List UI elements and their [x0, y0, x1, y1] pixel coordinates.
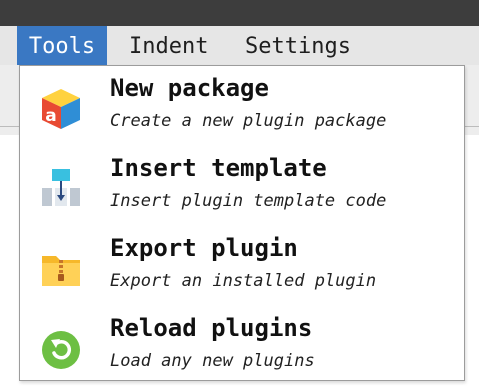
menu-item-description: Insert plugin template code	[110, 191, 387, 211]
menu-item-new-package[interactable]: a New package Create a new plugin packag…	[20, 68, 464, 148]
menu-bar: Tools Indent Settings	[0, 26, 479, 65]
export-folder-icon	[42, 256, 80, 286]
window-title-bar	[0, 0, 479, 26]
menu-item-label: Export plugin	[110, 234, 298, 262]
reload-icon	[42, 331, 80, 369]
menu-item-label: New package	[110, 74, 269, 102]
menu-item-reload-plugins[interactable]: Reload plugins Load any new plugins	[20, 308, 464, 388]
menu-item-insert-template[interactable]: Insert template Insert plugin template c…	[20, 148, 464, 228]
menu-item-description: Load any new plugins	[110, 351, 315, 371]
menu-settings[interactable]: Settings	[245, 26, 351, 65]
menu-item-description: Create a new plugin package	[110, 111, 387, 131]
tools-dropdown-menu: a New package Create a new plugin packag…	[19, 65, 465, 381]
menu-item-description: Export an installed plugin	[110, 271, 377, 291]
template-icon	[42, 169, 80, 206]
svg-text:a: a	[45, 106, 56, 126]
menu-item-export-plugin[interactable]: Export plugin Export an installed plugin	[20, 228, 464, 308]
menu-item-label: Reload plugins	[110, 314, 313, 342]
menu-item-label: Insert template	[110, 154, 327, 182]
package-icon: a	[42, 89, 80, 129]
menu-indent[interactable]: Indent	[129, 26, 208, 65]
menu-tools[interactable]: Tools	[17, 26, 107, 65]
